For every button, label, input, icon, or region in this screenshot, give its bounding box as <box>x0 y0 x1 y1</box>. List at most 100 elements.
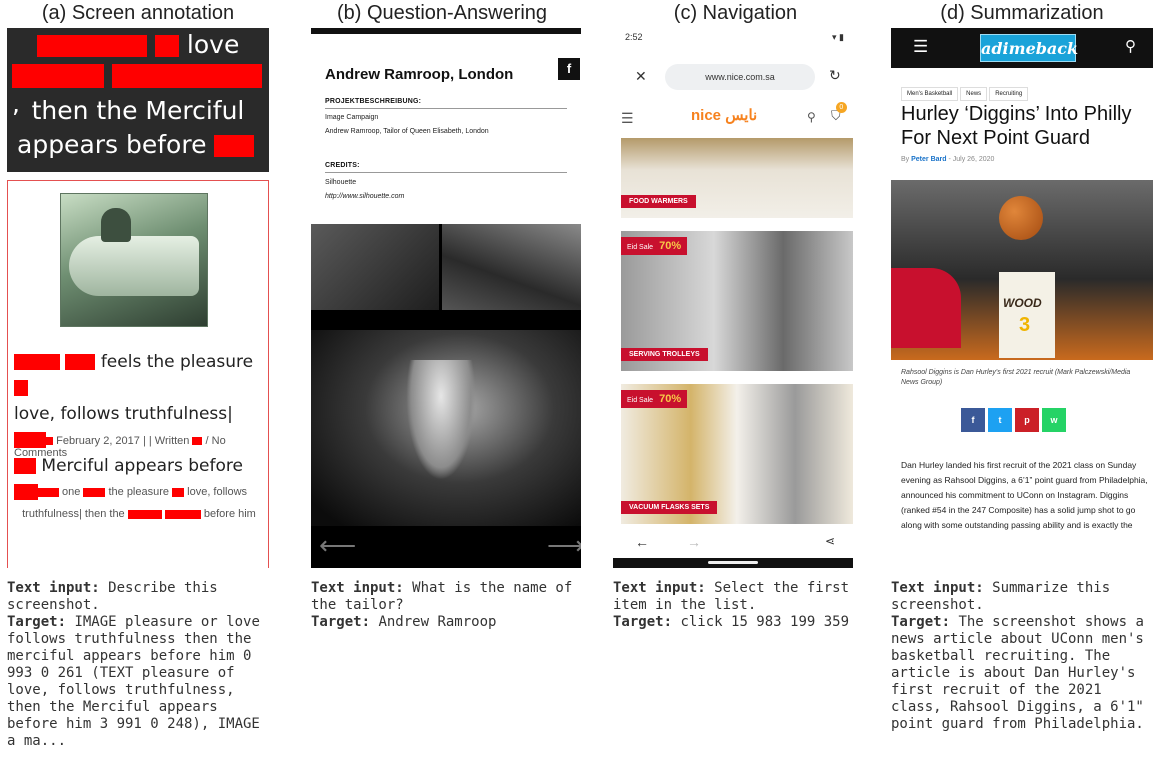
quote-banner: love , then the Merciful appears before <box>7 28 269 172</box>
cart-count-badge: 0 <box>835 102 847 113</box>
excerpt-text: before him <box>203 508 256 520</box>
redaction-box <box>12 64 104 88</box>
tag-mens-basketball[interactable]: Men's Basketball <box>901 87 959 101</box>
search-icon[interactable]: ⚲ <box>807 110 816 124</box>
article-date: - July 26, 2020 <box>948 156 995 163</box>
headline-text: Merciful appears before <box>41 456 243 476</box>
divider <box>325 172 567 173</box>
caption-c: Text input: Select the first item in the… <box>613 580 853 631</box>
post-card: feels the pleasure love, follows truthfu… <box>7 180 269 568</box>
caption-b: Text input: What is the name of the tail… <box>311 580 573 631</box>
excerpt-text: then the <box>84 508 125 520</box>
redaction-box <box>14 437 40 446</box>
screenshot-b: f Andrew Ramroop, London PROJEKTBESCHREI… <box>311 28 581 568</box>
search-icon[interactable]: ⚲ <box>1125 37 1136 55</box>
quote-line-3: then the Merciful <box>31 96 245 125</box>
site-logo[interactable]: adimeback <box>980 34 1078 62</box>
url-bar[interactable]: www.nice.com.sa <box>665 64 815 90</box>
home-indicator[interactable] <box>613 558 853 568</box>
article-body: Dan Hurley landed his first recruit of t… <box>901 460 1148 530</box>
byline: By Peter Bard - July 26, 2020 <box>901 156 994 163</box>
article-title: Hurley ‘Diggins’ Into Philly For Next Po… <box>901 103 1132 149</box>
sale-badge: Eid Sale 70% <box>621 390 688 408</box>
cart-icon[interactable]: ⛉ 0 <box>831 102 847 124</box>
excerpt-text: truthfulness <box>22 508 79 520</box>
byline-prefix: By <box>901 156 910 163</box>
tile-label: VACUUM FLASKS SETS <box>621 501 718 514</box>
basketball-icon <box>999 196 1043 240</box>
tag-news[interactable]: News <box>960 87 988 101</box>
redaction-box <box>192 437 203 446</box>
panel-title: (b) Question-Answering <box>336 2 548 24</box>
redaction-box <box>164 509 201 519</box>
reload-icon[interactable]: ↻ <box>829 67 841 84</box>
tag-list: Men's Basketball News Recruiting <box>901 82 1030 101</box>
photo-figure <box>101 208 131 242</box>
sale-text: Eid Sale <box>627 397 654 404</box>
caption-label: Text input: <box>311 580 404 596</box>
social-share-bar: ftpw <box>961 408 1069 432</box>
pinterest-icon[interactable]: p <box>1015 408 1039 432</box>
home-indicator-bar <box>708 561 758 564</box>
share-icon[interactable]: ⋖ <box>825 534 835 548</box>
status-time: 2:52 <box>625 32 643 42</box>
caption-label: Target: <box>891 614 951 630</box>
page-title: Andrew Ramroop, London <box>325 66 514 83</box>
top-bar <box>311 28 581 34</box>
caption-text: IMAGE pleasure or love follows truthfuln… <box>7 614 269 749</box>
image-caption: Rahsool Diggins is Dan Hurley's first 20… <box>901 369 1131 386</box>
gallery-main-photo[interactable] <box>311 330 581 526</box>
facebook-icon[interactable]: f <box>558 58 580 80</box>
redaction-box <box>154 35 179 57</box>
quote-word-love: love <box>186 30 240 59</box>
screenshot-a: love , then the Merciful appears before … <box>7 28 269 568</box>
section-label: PROJEKTBESCHREIBUNG: <box>325 98 422 105</box>
facebook-icon[interactable]: f <box>961 408 985 432</box>
list-item[interactable]: Eid Sale 70% SERVING TROLLEYS <box>621 231 853 371</box>
redaction-box <box>65 354 96 370</box>
headline-text: feels the pleasure <box>100 352 254 372</box>
site-logo[interactable]: nice نايس <box>691 106 757 124</box>
redaction-box <box>127 509 162 519</box>
caption-label: Target: <box>7 614 67 630</box>
quote-line-1: love <box>37 30 239 59</box>
excerpt-text: love, follows <box>187 486 248 498</box>
hamburger-menu-icon[interactable]: ☰ <box>913 37 928 57</box>
quote-line-4: appears before <box>17 130 255 159</box>
headline-text: love, follows truthfulness <box>14 404 228 424</box>
caption-label: Text input: <box>613 580 706 596</box>
article-photo: WOOD 3 <box>891 180 1153 360</box>
post-date: February 2, 2017 | | Written <box>56 435 190 447</box>
credit-link[interactable]: http://www.silhouette.com <box>325 193 404 200</box>
arrow-left-icon[interactable]: ⟵ <box>319 530 356 561</box>
redaction-box <box>14 380 28 396</box>
list-item[interactable]: Eid Sale 70% VACUUM FLASKS SETS <box>621 384 853 524</box>
close-icon[interactable]: ✕ <box>635 68 647 85</box>
whatsapp-icon[interactable]: w <box>1042 408 1066 432</box>
forward-arrow-icon[interactable]: → <box>687 534 701 550</box>
redaction-box <box>111 64 262 88</box>
arrow-right-icon[interactable]: ⟶ <box>547 530 581 561</box>
caption-label: Target: <box>613 614 673 630</box>
divider <box>325 108 567 109</box>
panel-title: (a) Screen annotation <box>41 2 235 24</box>
author-link[interactable]: Peter Bard <box>911 156 946 163</box>
hamburger-menu-icon[interactable]: ☰ <box>621 110 634 127</box>
sale-percent: 70% <box>659 240 682 252</box>
twitter-icon[interactable]: t <box>988 408 1012 432</box>
panel-title: (d) Summarization <box>940 2 1104 24</box>
caption-label: Text input: <box>891 580 984 596</box>
sale-badge: Eid Sale 70% <box>621 237 688 255</box>
excerpt-text: one <box>61 486 81 498</box>
redaction-box <box>14 354 60 370</box>
caption-label: Target: <box>311 614 371 630</box>
back-arrow-icon[interactable]: ← <box>635 534 649 550</box>
list-item[interactable]: FOOD WARMERS <box>621 138 853 218</box>
redaction-box <box>83 487 106 497</box>
description-line: Image Campaign <box>325 114 379 121</box>
excerpt-text: the pleasure <box>108 486 170 498</box>
gallery-thumb[interactable] <box>442 224 581 310</box>
tag-recruiting[interactable]: Recruiting <box>989 87 1029 101</box>
gallery-thumb[interactable] <box>311 224 439 310</box>
redaction-box <box>37 35 147 57</box>
